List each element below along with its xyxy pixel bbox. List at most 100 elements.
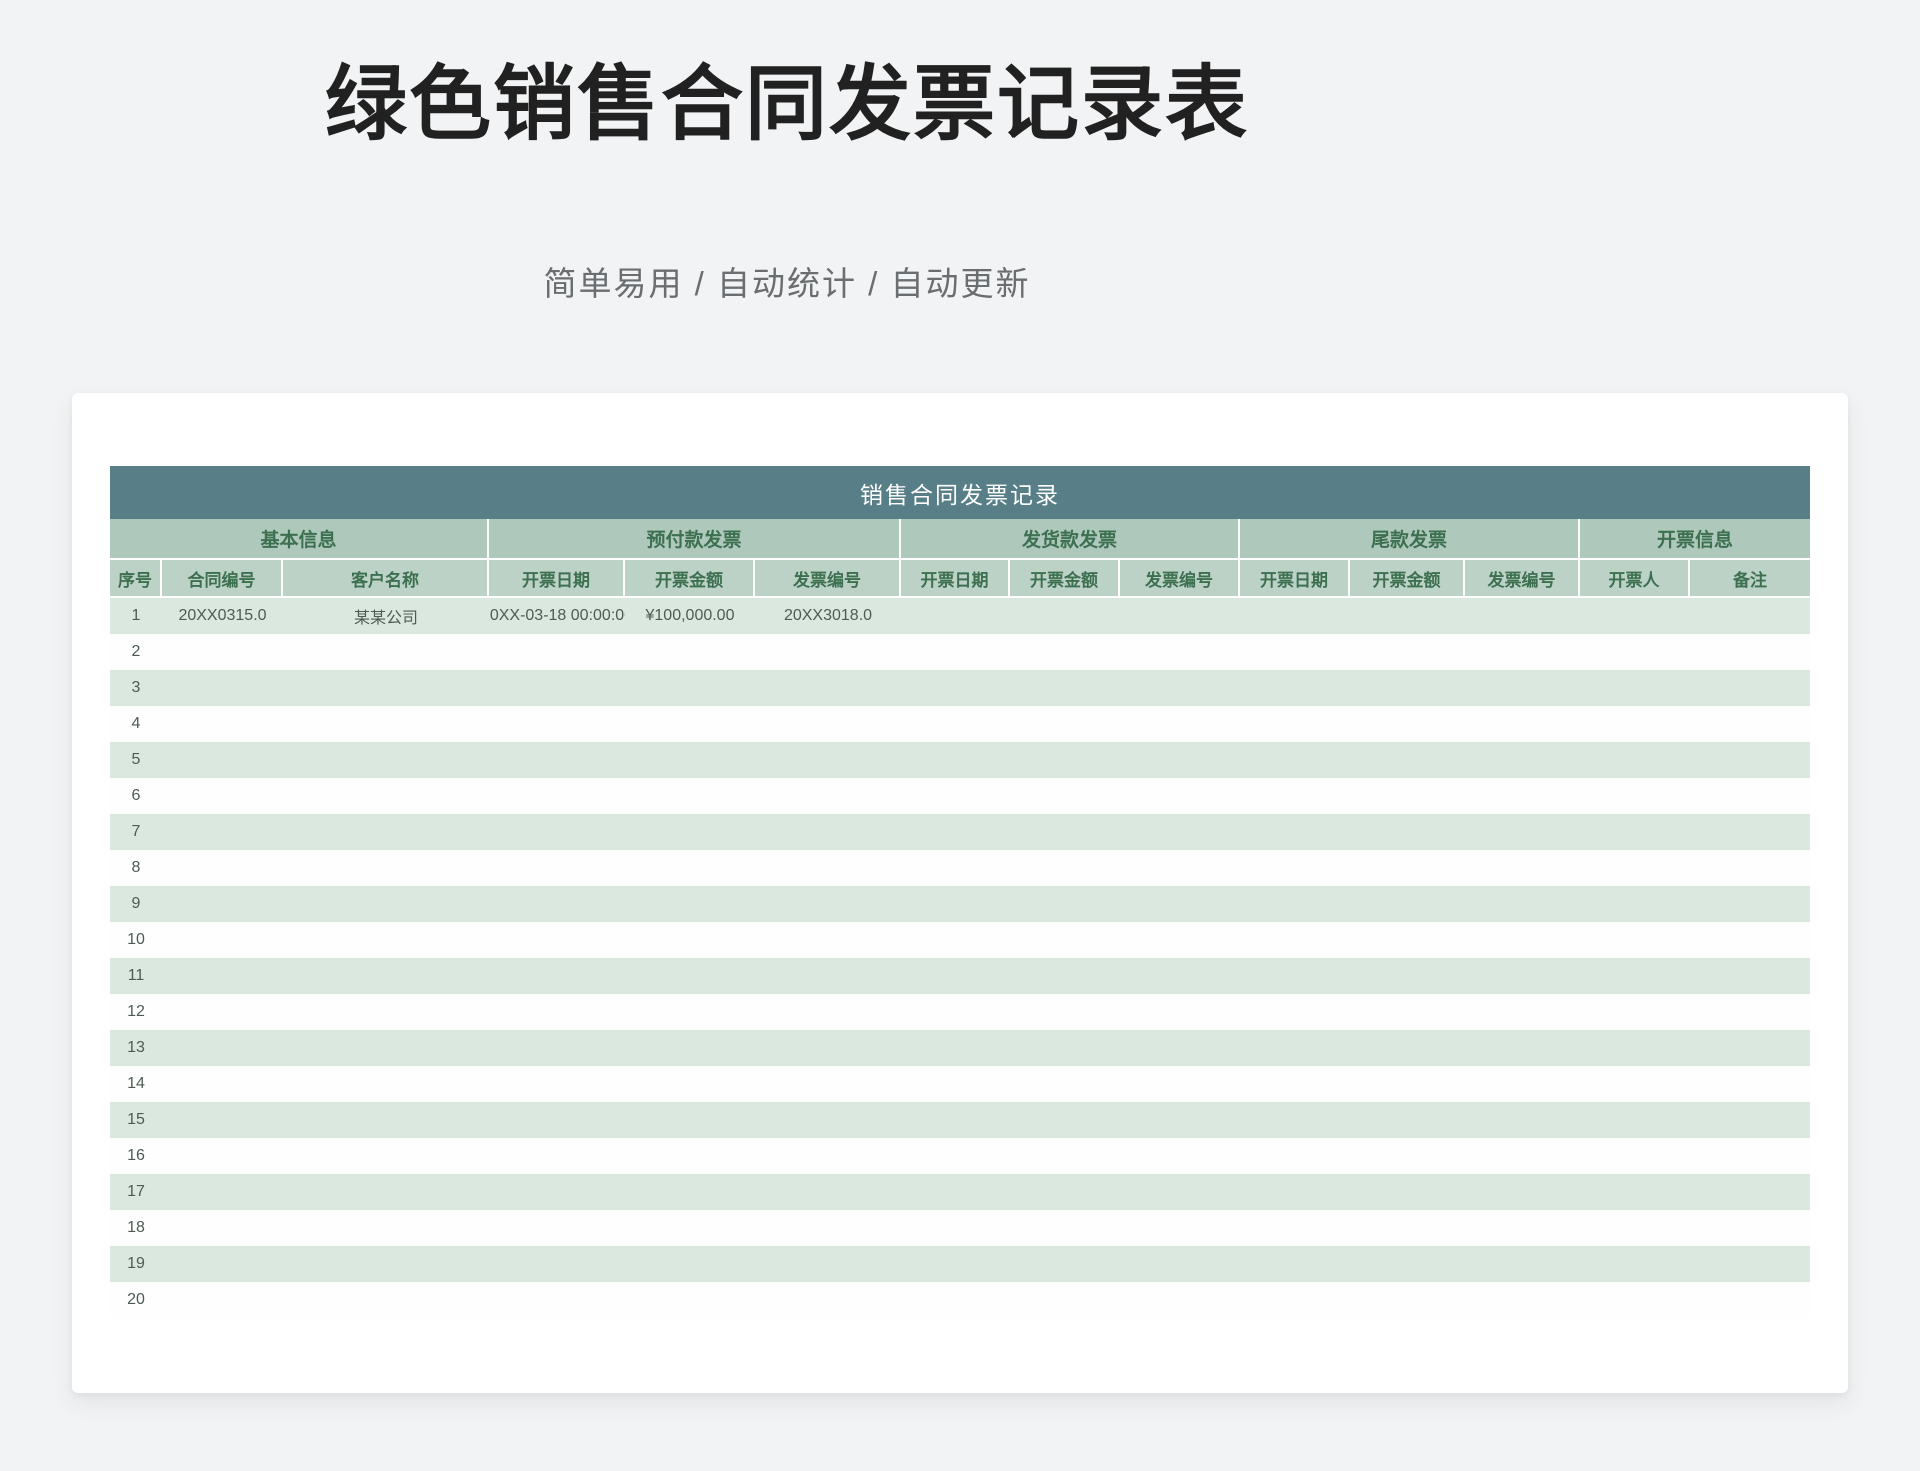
- table-title: 销售合同发票记录: [110, 466, 1810, 519]
- data-cell: [1240, 1030, 1350, 1066]
- data-cell: [1010, 886, 1120, 922]
- data-cell: [1580, 1174, 1690, 1210]
- col-header-index: 序号: [110, 560, 162, 598]
- data-cell: [1240, 814, 1350, 850]
- data-cell: [162, 886, 283, 922]
- data-cell: [162, 778, 283, 814]
- table-row: 120XX0315.0某某公司20XX-03-18 00:00:00¥100,0…: [110, 598, 1810, 634]
- data-cell: [1350, 922, 1465, 958]
- data-cell: [1350, 1102, 1465, 1138]
- data-cell: [901, 1210, 1010, 1246]
- data-cell: [1350, 1066, 1465, 1102]
- data-cell: [1690, 994, 1810, 1030]
- data-cell: [625, 1282, 755, 1318]
- data-cell: [901, 670, 1010, 706]
- data-cell: [1010, 1282, 1120, 1318]
- data-cell: [1580, 1246, 1690, 1282]
- data-cell: [1010, 634, 1120, 670]
- data-cell: [283, 886, 489, 922]
- table-row: 17: [110, 1174, 1810, 1210]
- column-header-row: 序号 合同编号 客户名称 开票日期 开票金额 发票编号 开票日期 开票金额 发票…: [110, 560, 1810, 598]
- row-index-cell: 12: [110, 994, 162, 1030]
- data-cell: [1350, 778, 1465, 814]
- data-cell: [162, 1102, 283, 1138]
- data-cell: [1240, 850, 1350, 886]
- data-cell: [1690, 670, 1810, 706]
- data-cell: [901, 1246, 1010, 1282]
- table-row: 15: [110, 1102, 1810, 1138]
- data-cell: [1240, 1066, 1350, 1102]
- row-index-cell: 17: [110, 1174, 162, 1210]
- data-cell: [1580, 814, 1690, 850]
- data-cell: [1240, 958, 1350, 994]
- data-cell: [1120, 670, 1240, 706]
- data-cell: [1690, 1282, 1810, 1318]
- data-cell: [162, 958, 283, 994]
- data-cell: [625, 814, 755, 850]
- data-cell: [625, 778, 755, 814]
- row-index-cell: 3: [110, 670, 162, 706]
- data-cell: [1240, 706, 1350, 742]
- data-cell: [1010, 1030, 1120, 1066]
- data-cell: [162, 1138, 283, 1174]
- table-row: 4: [110, 706, 1810, 742]
- data-cell: [162, 1210, 283, 1246]
- data-cell: [489, 922, 625, 958]
- data-cell: [1010, 742, 1120, 778]
- data-cell: [283, 994, 489, 1030]
- data-cell: [625, 1066, 755, 1102]
- data-cell: [625, 1138, 755, 1174]
- row-index-cell: 15: [110, 1102, 162, 1138]
- data-cell: [1120, 922, 1240, 958]
- data-cell: [1465, 994, 1580, 1030]
- data-cell: [755, 742, 901, 778]
- data-cell: [1690, 598, 1810, 634]
- table-row: 7: [110, 814, 1810, 850]
- row-index-cell: 16: [110, 1138, 162, 1174]
- data-cell: [489, 1066, 625, 1102]
- data-cell: [283, 814, 489, 850]
- data-cell: [1010, 1246, 1120, 1282]
- data-cell: [1465, 1210, 1580, 1246]
- data-cell: [283, 1030, 489, 1066]
- table-row: 11: [110, 958, 1810, 994]
- data-cell: [283, 1066, 489, 1102]
- data-cell: [901, 1030, 1010, 1066]
- data-cell: [283, 706, 489, 742]
- data-cell: [1240, 1174, 1350, 1210]
- data-cell: [1465, 1066, 1580, 1102]
- data-cell: [1465, 850, 1580, 886]
- table-row: 20: [110, 1282, 1810, 1318]
- data-cell: [625, 670, 755, 706]
- data-cell: [1120, 1102, 1240, 1138]
- data-cell: [1240, 886, 1350, 922]
- data-cell: [755, 1066, 901, 1102]
- data-cell: [1120, 958, 1240, 994]
- data-cell: [1690, 634, 1810, 670]
- data-cell: [489, 1246, 625, 1282]
- group-header-issuing-info: 开票信息: [1580, 519, 1810, 560]
- data-cell: [283, 742, 489, 778]
- data-cell: [755, 1030, 901, 1066]
- data-cell: [1580, 994, 1690, 1030]
- row-index-cell: 10: [110, 922, 162, 958]
- col-header-invoice-amount-3: 开票金额: [1350, 560, 1465, 598]
- data-cell: [283, 1282, 489, 1318]
- data-cell: [283, 1102, 489, 1138]
- data-cell: [1465, 1138, 1580, 1174]
- data-cell: [1010, 778, 1120, 814]
- data-cell: [1120, 706, 1240, 742]
- data-cell: [489, 994, 625, 1030]
- data-cell: [1120, 1066, 1240, 1102]
- data-cell: [489, 778, 625, 814]
- data-cell: [1010, 1174, 1120, 1210]
- data-cell: [489, 1030, 625, 1066]
- data-cell: [489, 1282, 625, 1318]
- data-cell: [283, 958, 489, 994]
- data-cell: [162, 1174, 283, 1210]
- data-cell: [901, 634, 1010, 670]
- col-header-issuer: 开票人: [1580, 560, 1690, 598]
- data-cell: [1240, 1246, 1350, 1282]
- col-header-customer-name: 客户名称: [283, 560, 489, 598]
- data-cell: [755, 958, 901, 994]
